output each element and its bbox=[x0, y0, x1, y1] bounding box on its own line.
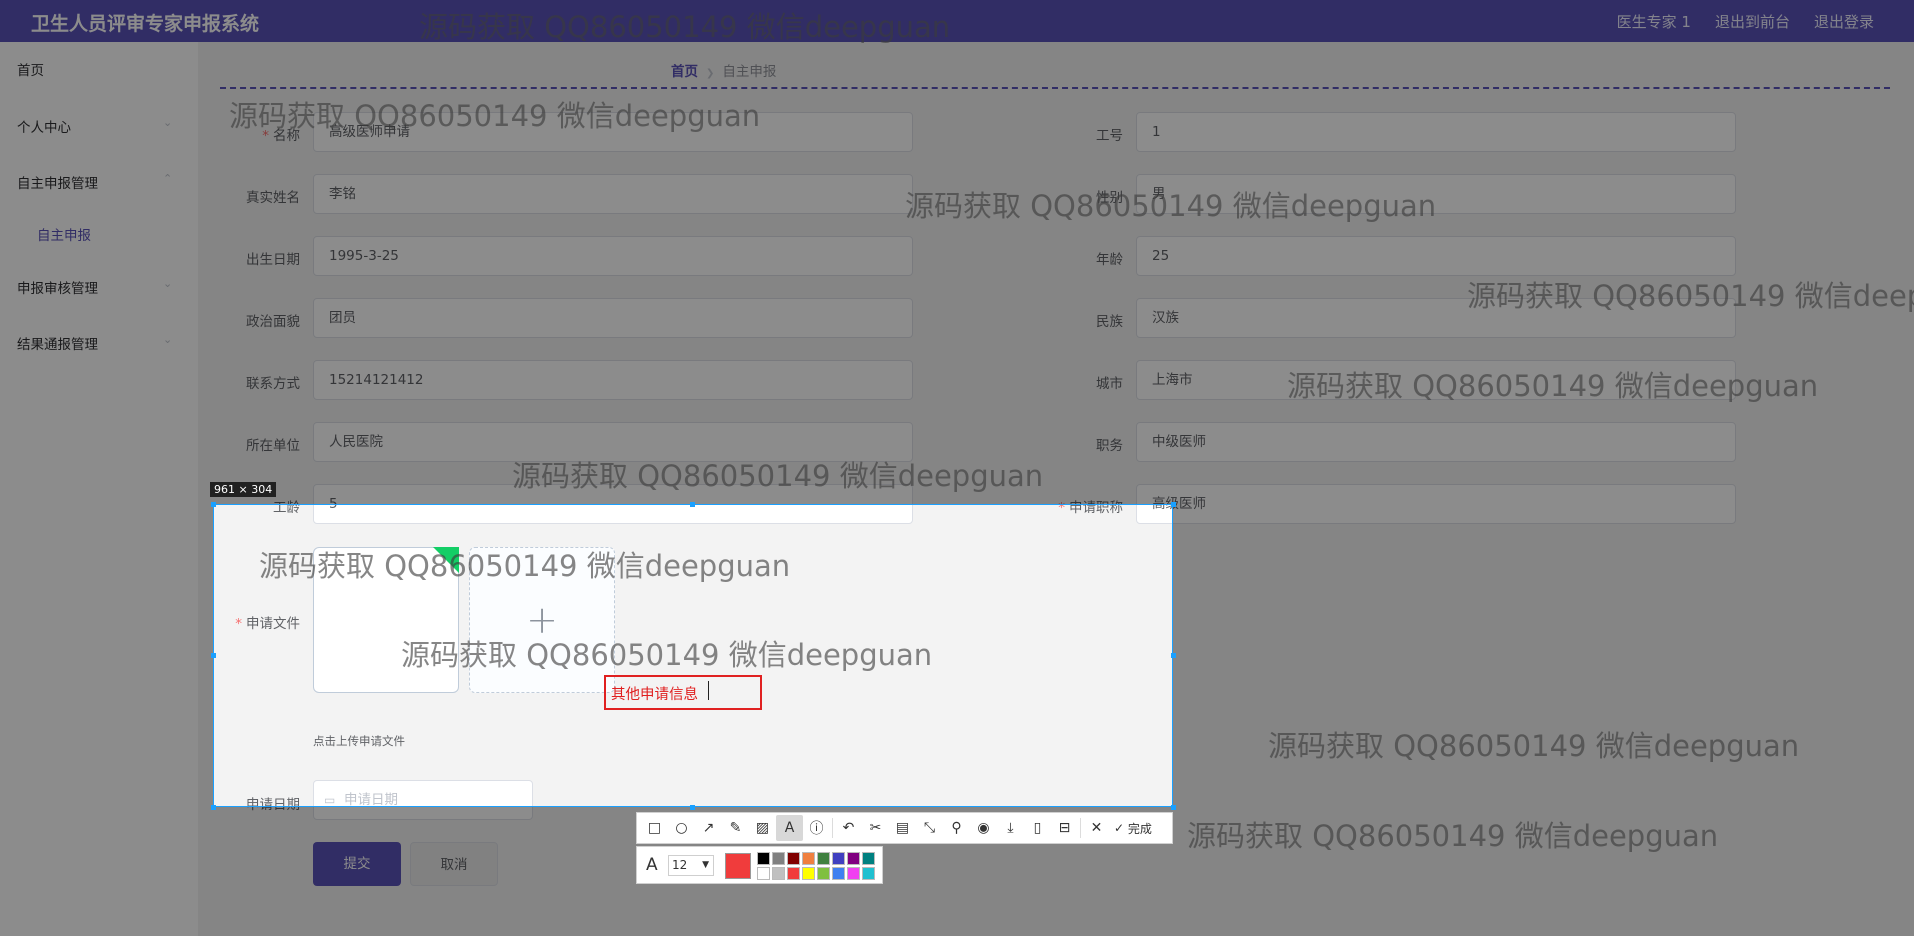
current-color-swatch[interactable] bbox=[725, 853, 751, 879]
screenshot-dim-mask bbox=[1173, 0, 1914, 936]
color-swatch[interactable] bbox=[802, 852, 815, 865]
pen-tool-icon[interactable]: ✎ bbox=[722, 815, 749, 841]
watermark-text: 源码获取 QQ86050149 微信deepguan bbox=[229, 99, 761, 133]
screenshot-toolbar: □ ○ ↗ ✎ ▨ A ⓘ ↶ ✂ ▤ ⤡ ⚲ ◉ ⤓ ▯ ⊟ ✕ ✓ 完成 bbox=[636, 812, 1173, 844]
toolbar-divider bbox=[832, 818, 833, 838]
watermark-text: 源码获取 QQ86050149 微信deepguan bbox=[1287, 369, 1819, 403]
color-swatch[interactable] bbox=[802, 867, 815, 880]
ellipse-tool-icon[interactable]: ○ bbox=[668, 815, 695, 841]
color-swatch[interactable] bbox=[757, 852, 770, 865]
watermark-text: 源码获取 QQ86050149 微信deepguan bbox=[419, 10, 951, 44]
bookmark-icon[interactable]: ⊟ bbox=[1051, 815, 1078, 841]
record-icon[interactable]: ◉ bbox=[970, 815, 997, 841]
selection-size-label: 961 × 304 bbox=[210, 482, 277, 497]
check-icon: ✓ bbox=[1114, 821, 1125, 835]
color-swatch[interactable] bbox=[832, 852, 845, 865]
undo-icon[interactable]: ↶ bbox=[835, 815, 862, 841]
ocr-icon[interactable]: ▤ bbox=[889, 815, 916, 841]
watermark-text: 源码获取 QQ86050149 微信deepguan bbox=[905, 189, 1437, 223]
color-swatch[interactable] bbox=[757, 867, 770, 880]
watermark-text: 源码获取 QQ86050149 微信deepguan bbox=[1467, 279, 1914, 313]
font-size-select[interactable]: 12 ▼ bbox=[668, 855, 714, 876]
text-cursor bbox=[708, 681, 709, 700]
toolbar-divider bbox=[1080, 818, 1081, 838]
resize-handle[interactable] bbox=[211, 653, 216, 658]
rectangle-tool-icon[interactable]: □ bbox=[641, 815, 668, 841]
download-icon[interactable]: ⤓ bbox=[997, 815, 1024, 841]
cut-icon[interactable]: ✂ bbox=[862, 815, 889, 841]
color-swatch[interactable] bbox=[862, 867, 875, 880]
color-swatch[interactable] bbox=[787, 852, 800, 865]
resize-handle[interactable] bbox=[211, 502, 216, 507]
pin-icon[interactable]: ⚲ bbox=[943, 815, 970, 841]
color-swatch[interactable] bbox=[847, 867, 860, 880]
text-annotation[interactable]: 其他申请信息 bbox=[611, 683, 698, 704]
color-swatch[interactable] bbox=[787, 867, 800, 880]
mosaic-tool-icon[interactable]: ▨ bbox=[749, 815, 776, 841]
color-swatch[interactable] bbox=[772, 852, 785, 865]
watermark-text: 源码获取 QQ86050149 微信deepguan bbox=[1187, 819, 1719, 853]
font-size-value: 12 bbox=[672, 858, 688, 872]
color-palette bbox=[757, 852, 876, 881]
finish-label: 完成 bbox=[1127, 821, 1152, 836]
chevron-down-icon: ▼ bbox=[702, 860, 709, 870]
text-tool-icon[interactable]: A bbox=[776, 815, 803, 841]
resize-handle[interactable] bbox=[1171, 805, 1176, 810]
watermark-text: 源码获取 QQ86050149 微信deepguan bbox=[1268, 729, 1800, 763]
screenshot-dim-mask bbox=[213, 0, 1173, 504]
resize-handle[interactable] bbox=[690, 805, 695, 810]
watermark-text: 源码获取 QQ86050149 微信deepguan bbox=[512, 459, 1044, 493]
resize-handle[interactable] bbox=[211, 805, 216, 810]
watermark-text: 源码获取 QQ86050149 微信deepguan bbox=[259, 549, 791, 583]
font-size-icon: A bbox=[646, 855, 658, 875]
phone-icon[interactable]: ▯ bbox=[1024, 815, 1051, 841]
color-swatch[interactable] bbox=[772, 867, 785, 880]
resize-handle[interactable] bbox=[1171, 653, 1176, 658]
arrow-tool-icon[interactable]: ↗ bbox=[695, 815, 722, 841]
finish-button[interactable]: ✓ 完成 bbox=[1114, 820, 1152, 837]
resize-handle[interactable] bbox=[1171, 502, 1176, 507]
color-swatch[interactable] bbox=[847, 852, 860, 865]
color-swatch[interactable] bbox=[832, 867, 845, 880]
serial-number-tool-icon[interactable]: ⓘ bbox=[803, 815, 830, 841]
color-swatch[interactable] bbox=[817, 867, 830, 880]
text-style-toolbar: A 12 ▼ bbox=[636, 846, 883, 884]
long-screenshot-icon[interactable]: ⤡ bbox=[916, 815, 943, 841]
watermark-text: 源码获取 QQ86050149 微信deepguan bbox=[401, 638, 933, 672]
color-swatch[interactable] bbox=[817, 852, 830, 865]
color-swatch[interactable] bbox=[862, 852, 875, 865]
close-icon[interactable]: ✕ bbox=[1083, 815, 1110, 841]
resize-handle[interactable] bbox=[690, 502, 695, 507]
screenshot-dim-mask bbox=[0, 0, 213, 936]
